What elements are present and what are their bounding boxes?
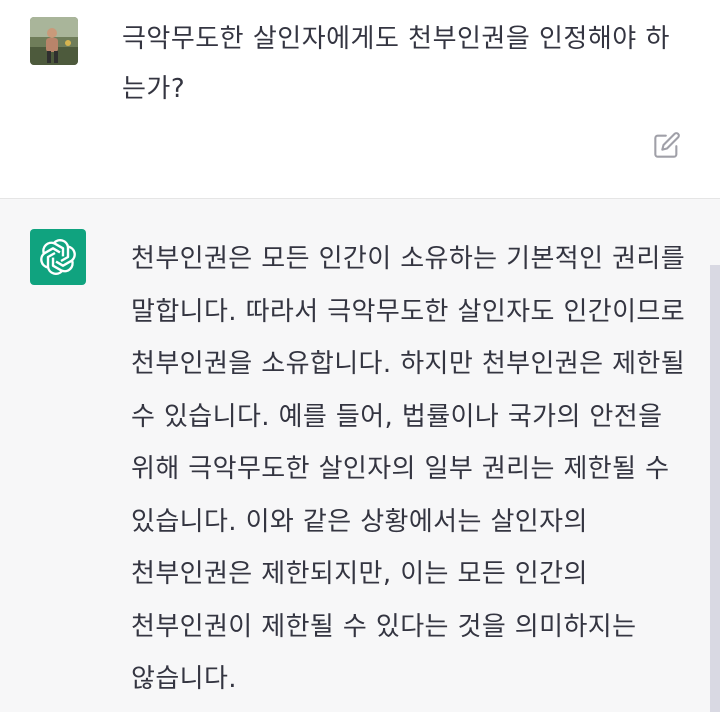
user-message-text: 극악무도한 살인자에게도 천부인권을 인정해야 하는가? bbox=[122, 24, 670, 104]
assistant-message-text: 천부인권은 모든 인간이 소유하는 기본적인 권리를 말합니다. 따라서 극악무… bbox=[131, 244, 686, 694]
user-avatar-photo-icon bbox=[30, 17, 78, 65]
openai-logo-icon bbox=[40, 239, 76, 275]
assistant-logo bbox=[30, 229, 86, 285]
edit-icon bbox=[654, 132, 680, 158]
user-avatar bbox=[30, 17, 78, 65]
user-message-row: 극악무도한 살인자에게도 천부인권을 인정해야 하는가? bbox=[0, 0, 720, 199]
edit-button[interactable] bbox=[650, 128, 684, 162]
scrollbar[interactable] bbox=[710, 265, 720, 712]
assistant-message-row: 천부인권은 모든 인간이 소유하는 기본적인 권리를 말합니다. 따라서 극악무… bbox=[0, 199, 720, 712]
